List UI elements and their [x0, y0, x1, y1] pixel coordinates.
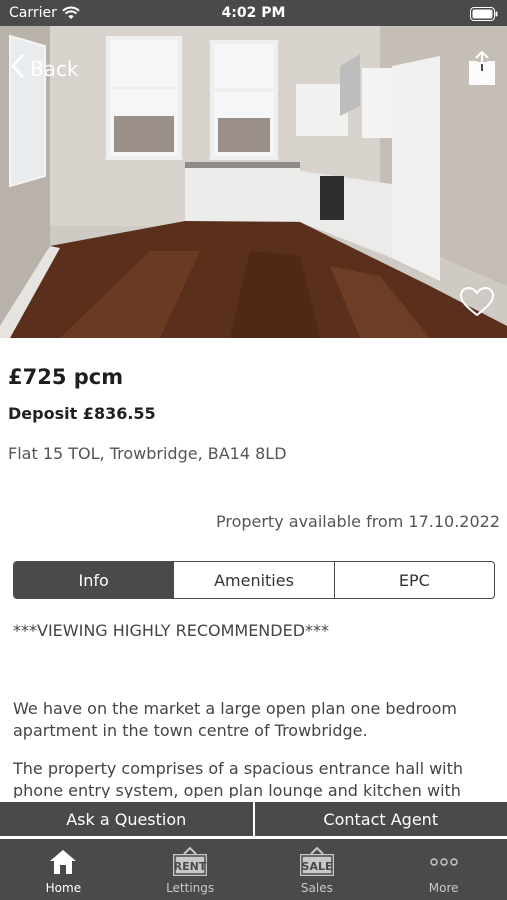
- share-icon: [469, 50, 495, 89]
- ask-question-button[interactable]: Ask a Question: [0, 802, 253, 836]
- clock: 4:02 PM: [221, 5, 286, 21]
- listing-price: £725 pcm: [8, 365, 124, 389]
- chevron-left-icon: [10, 54, 24, 83]
- tabbar-label: Lettings: [166, 881, 215, 895]
- back-label: Back: [30, 56, 79, 81]
- tabbar-item-sales[interactable]: SALE Sales: [254, 839, 381, 900]
- bottom-tab-bar: Home RENT Lettings SALE Sales More: [0, 839, 507, 900]
- share-button[interactable]: [469, 50, 495, 89]
- sale-sign-icon: SALE: [297, 846, 337, 877]
- rent-sign-text: RENT: [174, 860, 207, 873]
- listing-address: Flat 15 TOL, Trowbridge, BA14 8LD: [8, 444, 287, 463]
- tab-epc[interactable]: EPC: [335, 562, 494, 598]
- tabbar-item-more[interactable]: More: [380, 839, 507, 900]
- property-photo[interactable]: Back: [0, 26, 507, 338]
- tabbar-label: Home: [45, 881, 82, 895]
- availability-date: Property available from 17.10.2022: [215, 512, 500, 531]
- tabbar-item-lettings[interactable]: RENT Lettings: [127, 839, 254, 900]
- description-paragraph: We have on the market a large open plan …: [13, 699, 457, 740]
- tab-amenities[interactable]: Amenities: [174, 562, 335, 598]
- status-bar: Carrier 4:02 PM: [0, 0, 507, 26]
- home-icon: [48, 847, 78, 877]
- favourite-button[interactable]: [459, 286, 495, 322]
- tab-info[interactable]: Info: [14, 562, 175, 598]
- more-icon: [429, 847, 459, 877]
- description-headline: ***VIEWING HIGHLY RECOMMENDED***: [13, 621, 330, 640]
- battery-icon: [470, 6, 498, 25]
- detail-tabs: Info Amenities EPC: [13, 561, 495, 599]
- description-paragraph: The property comprises of a spacious ent…: [13, 759, 464, 798]
- listing-deposit: Deposit £836.55: [8, 404, 156, 423]
- action-bar: Ask a Question Contact Agent: [0, 802, 507, 836]
- tabbar-label: Sales: [300, 881, 333, 895]
- back-button[interactable]: Back: [10, 54, 79, 83]
- rent-sign-icon: RENT: [170, 846, 210, 877]
- property-description[interactable]: ***VIEWING HIGHLY RECOMMENDED*** We have…: [13, 620, 497, 798]
- tabbar-label: More: [428, 881, 459, 895]
- tabbar-item-home[interactable]: Home: [0, 839, 127, 900]
- heart-icon: [459, 286, 495, 322]
- contact-agent-button[interactable]: Contact Agent: [252, 802, 507, 836]
- sale-sign-text: SALE: [301, 860, 332, 873]
